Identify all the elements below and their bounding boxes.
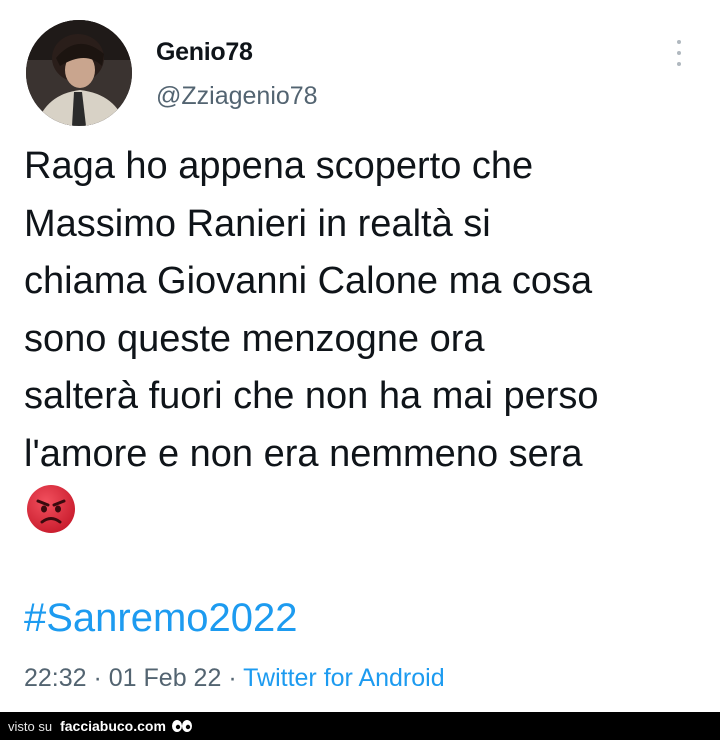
- tweet-meta: 22:32 · 01 Feb 22 · Twitter for Android: [24, 664, 445, 693]
- display-name[interactable]: Genio78: [156, 38, 253, 67]
- angry-face-icon: [26, 484, 76, 534]
- tweet-line: sono queste menzogne ora: [24, 317, 485, 360]
- watermark-bar: visto su facciabuco.com: [0, 712, 720, 740]
- user-handle[interactable]: @Zziagenio78: [156, 82, 318, 111]
- tweet-card: Genio78 @Zziagenio78 Raga ho appena scop…: [0, 0, 720, 712]
- tweet-line: Massimo Ranieri in realtà si: [24, 202, 491, 245]
- hashtag-link[interactable]: #Sanremo2022: [24, 596, 298, 641]
- avatar[interactable]: [26, 20, 132, 126]
- meta-separator: ·: [221, 664, 244, 692]
- meta-separator: ·: [86, 664, 109, 692]
- tweet-text: Raga ho appena scoperto che Massimo Ranie…: [24, 138, 704, 483]
- tweet-source-link[interactable]: Twitter for Android: [243, 664, 444, 692]
- more-dot: [677, 62, 681, 66]
- tweet-time[interactable]: 22:32: [24, 664, 87, 692]
- tweet-line: salterà fuori che non ha mai perso: [24, 375, 599, 417]
- tweet-line: Raga ho appena scoperto che: [24, 145, 534, 187]
- tweet-date[interactable]: 01 Feb 22: [109, 664, 222, 692]
- more-options-icon[interactable]: [664, 36, 694, 70]
- eyes-icon: [171, 719, 193, 733]
- site-name: facciabuco.com: [60, 718, 166, 734]
- more-dot: [677, 51, 681, 55]
- tweet-line: l'amore e non era nemmeno sera: [24, 432, 583, 475]
- avatar-photo: [26, 20, 132, 126]
- more-dot: [677, 40, 681, 44]
- tweet-line: chiama Giovanni Calone ma cosa: [24, 260, 593, 302]
- seen-on-label: visto su: [8, 718, 53, 734]
